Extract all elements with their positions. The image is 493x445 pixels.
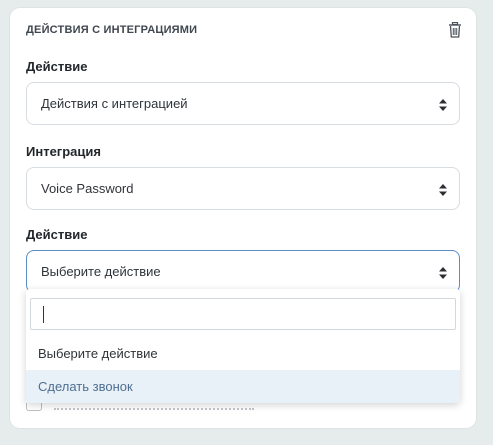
action-label: Действие xyxy=(26,227,88,242)
dropdown-search-input[interactable] xyxy=(30,298,456,330)
integration-select[interactable]: Voice Password xyxy=(26,167,460,210)
action-value: Выберите действие xyxy=(41,264,161,279)
action-select[interactable]: Выберите действие xyxy=(26,250,460,293)
card-title: ДЕЙСТВИЯ С ИНТЕГРАЦИЯМИ xyxy=(26,24,198,36)
trash-icon[interactable] xyxy=(448,21,462,38)
dropdown-option-highlighted[interactable]: Сделать звонок xyxy=(26,370,460,403)
integration-value: Voice Password xyxy=(41,181,134,196)
integration-label: Интеграция xyxy=(26,144,101,159)
text-caret xyxy=(43,306,44,323)
select-arrows-icon xyxy=(439,98,447,111)
integration-actions-card: ДЕЙСТВИЯ С ИНТЕГРАЦИЯМИ Действие Действи… xyxy=(10,8,476,428)
action-type-select[interactable]: Действия с интеграцией xyxy=(26,82,460,125)
select-arrows-icon xyxy=(439,183,447,196)
hidden-checkbox-label xyxy=(54,402,254,410)
action-type-label: Действие xyxy=(26,59,88,74)
action-dropdown: Выберите действие Сделать звонок xyxy=(26,289,460,403)
action-type-value: Действия с интеграцией xyxy=(41,96,188,111)
dropdown-option[interactable]: Выберите действие xyxy=(26,337,460,370)
select-arrows-icon xyxy=(439,266,447,279)
